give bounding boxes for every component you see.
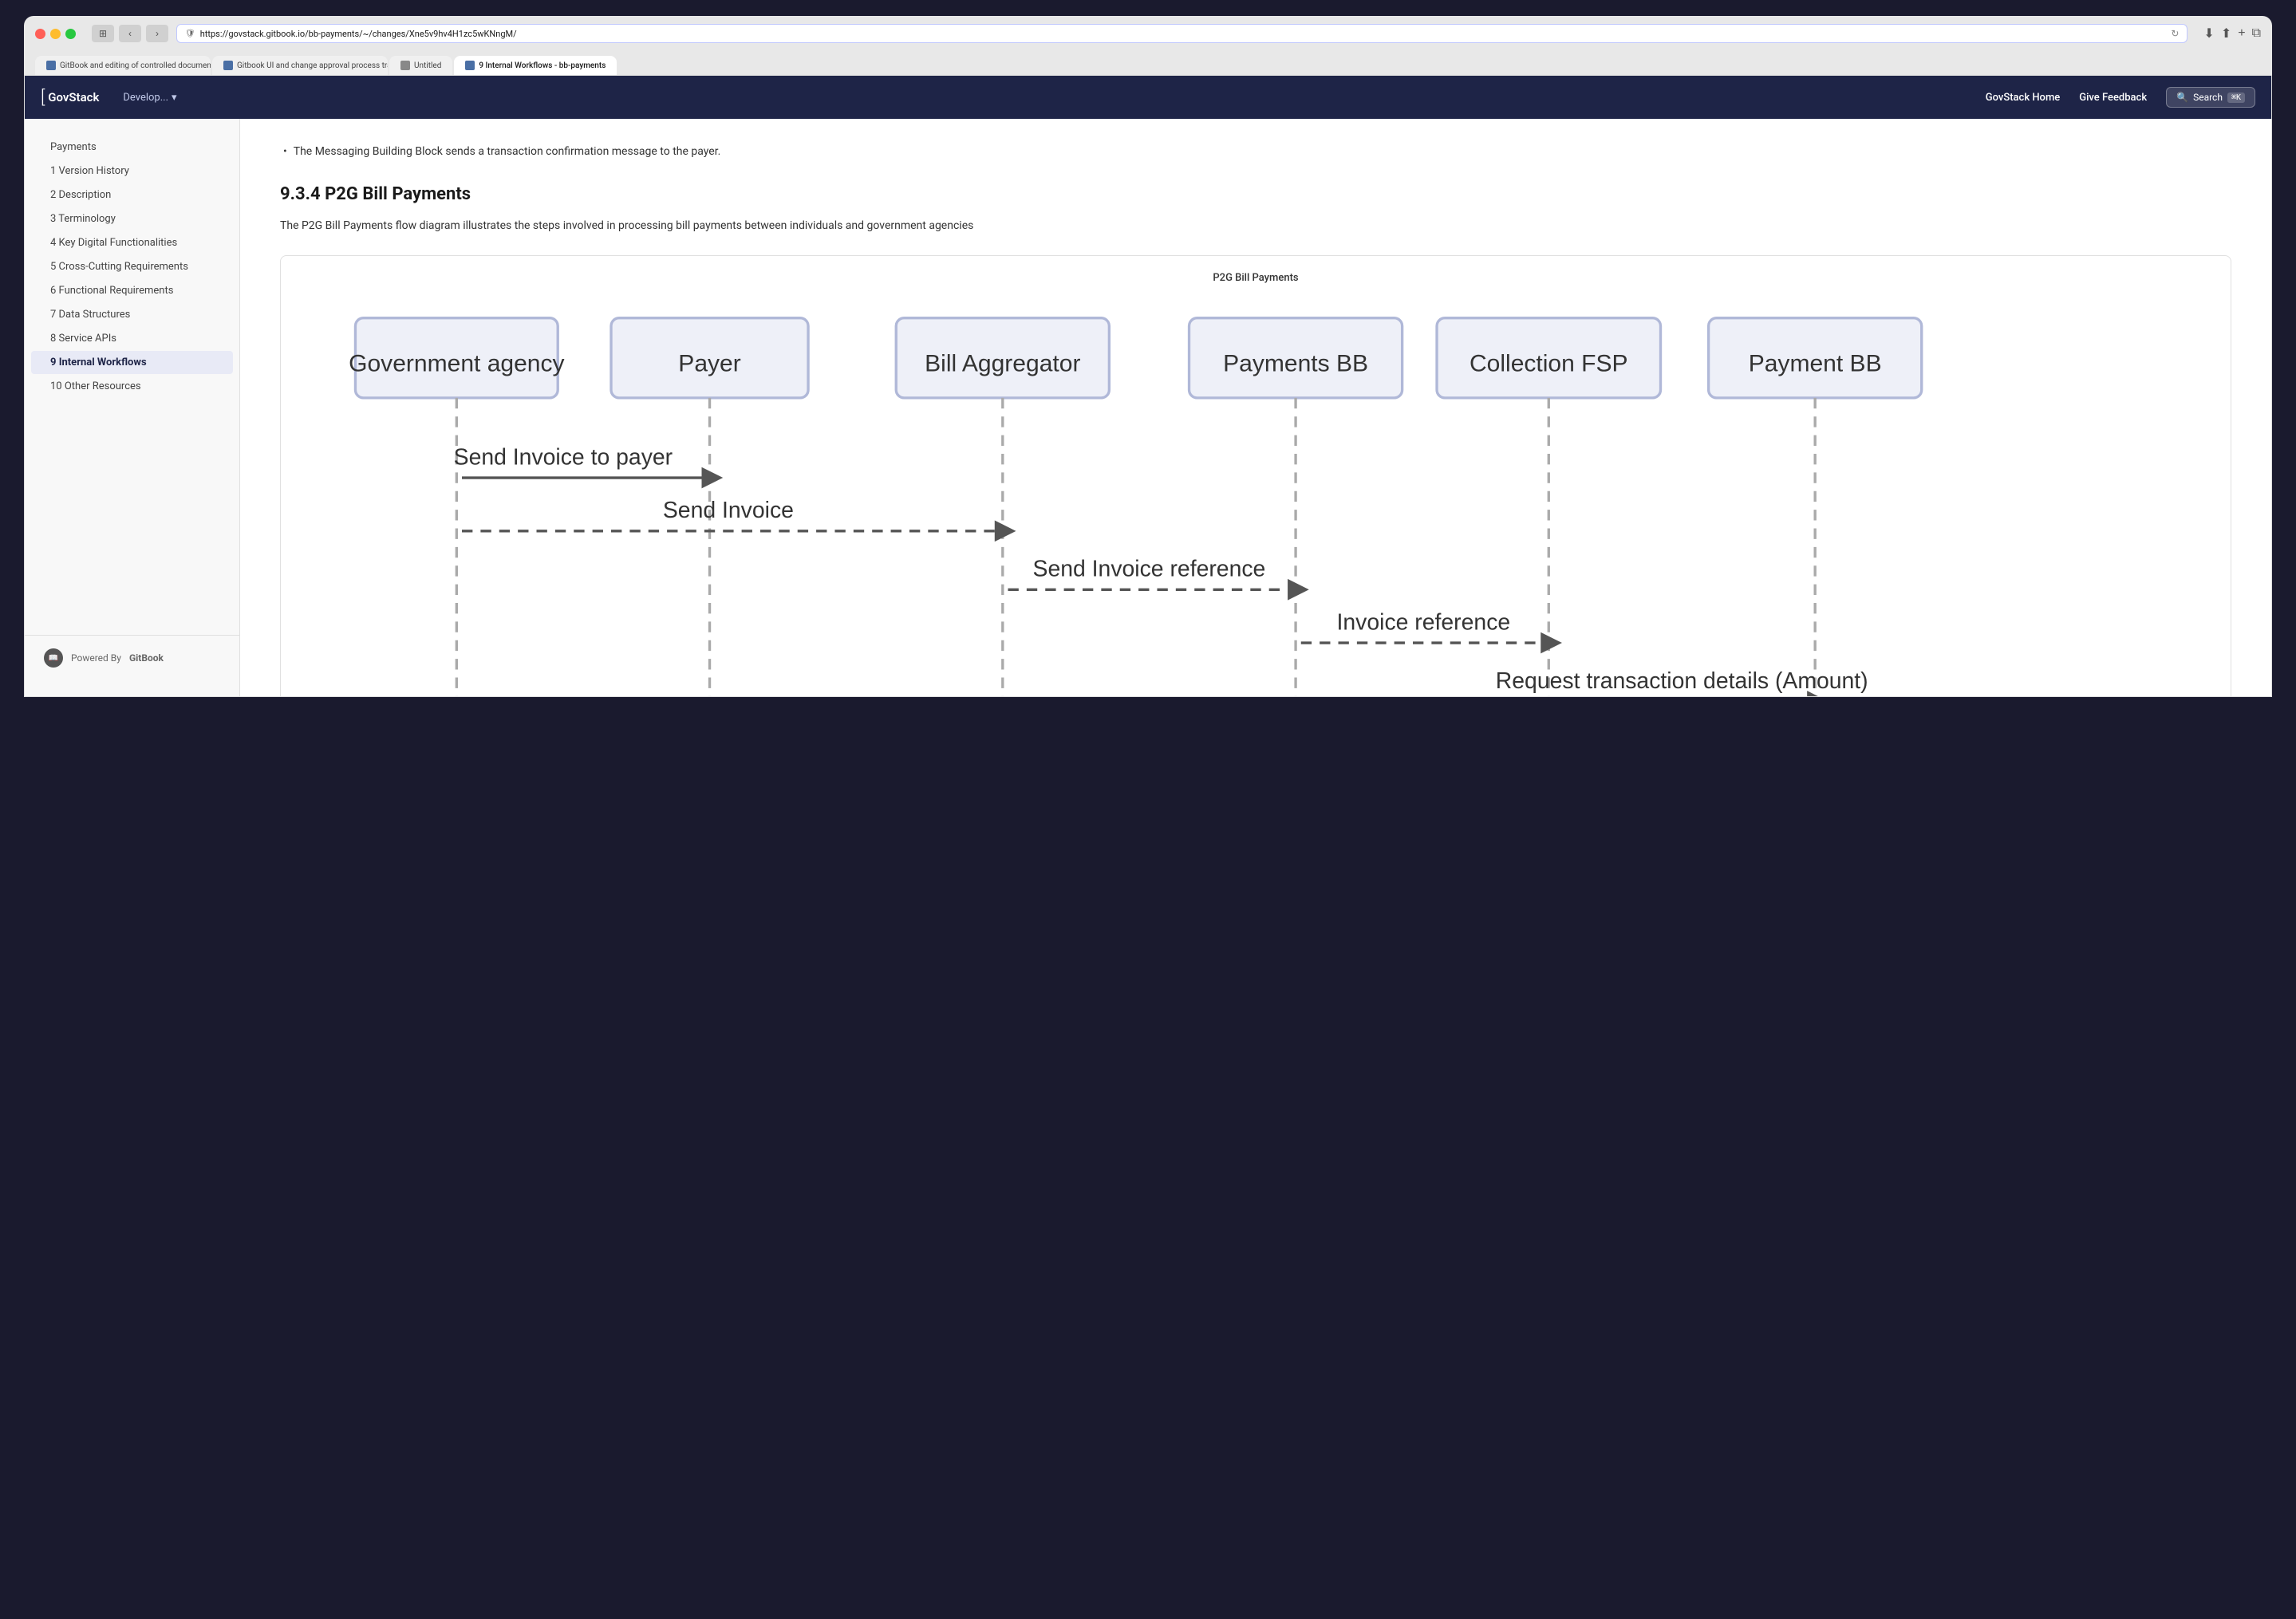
sidebar-item-service-apis[interactable]: 8 Service APIs [31, 327, 233, 350]
svg-text:Bill Aggregator: Bill Aggregator [925, 351, 1080, 377]
gitbook-logo-icon: 📖 [44, 648, 63, 668]
diagram-title: P2G Bill Payments [297, 272, 2215, 284]
search-icon: 🔍 [2176, 92, 2188, 103]
traffic-light-minimize[interactable] [50, 29, 61, 39]
tab-favicon-1 [46, 61, 56, 70]
nav-develop-dropdown[interactable]: Develop... ▾ [123, 92, 176, 104]
section-heading: 9.3.4 P2G Bill Payments [280, 176, 2231, 204]
sidebar-item-data-structures[interactable]: 7 Data Structures [31, 303, 233, 326]
logo-bracket: [ [41, 88, 43, 108]
sidebar-item-functional[interactable]: 6 Functional Requirements [31, 279, 233, 302]
logo[interactable]: [ GovStack [41, 88, 99, 108]
traffic-light-close[interactable] [35, 29, 45, 39]
main-content: The Messaging Building Block sends a tra… [240, 119, 2271, 696]
sidebar-navigation: Payments 1 Version History 2 Description… [25, 135, 239, 635]
svg-text:Request transaction details (A: Request transaction details (Amount) [1496, 668, 1868, 694]
windows-button[interactable]: ⧉ [2252, 26, 2261, 41]
sidebar-toggle-button[interactable]: ⊞ [92, 25, 114, 42]
search-shortcut: ⌘K [2227, 93, 2245, 103]
sidebar-item-internal-workflows[interactable]: 9 Internal Workflows [31, 351, 233, 374]
sidebar-item-description[interactable]: 2 Description [31, 183, 233, 207]
sidebar-footer: 📖 Powered By GitBook [25, 635, 239, 680]
svg-text:Payment BB: Payment BB [1749, 351, 1882, 377]
svg-text:Send Invoice to payer: Send Invoice to payer [454, 445, 673, 471]
svg-text:Payer: Payer [678, 351, 740, 377]
traffic-light-fullscreen[interactable] [65, 29, 76, 39]
sidebar-item-terminology[interactable]: 3 Terminology [31, 207, 233, 230]
address-bar[interactable]: 🛡 https://govstack.gitbook.io/bb-payment… [176, 24, 2188, 43]
sidebar-item-other-resources[interactable]: 10 Other Resources [31, 375, 233, 398]
sidebar-item-payments[interactable]: Payments [31, 136, 233, 159]
tab-bar: GitBook and editing of controlled docume… [35, 51, 2261, 75]
p2g-diagram-container: P2G Bill Payments Government agency Paye… [280, 255, 2231, 696]
svg-text:Send Invoice: Send Invoice [663, 498, 794, 523]
tab-internal-workflows[interactable]: 9 Internal Workflows - bb-payments [454, 56, 617, 75]
tab-gitbook-training[interactable]: Gitbook UI and change approval process t… [212, 56, 388, 75]
security-icon: 🛡 [185, 30, 195, 38]
sidebar-item-key-digital[interactable]: 4 Key Digital Functionalities [31, 231, 233, 254]
download-button[interactable]: ⬇ [2203, 26, 2214, 41]
svg-text:Payments BB: Payments BB [1223, 351, 1368, 377]
svg-text:Collection FSP: Collection FSP [1470, 351, 1628, 377]
search-button[interactable]: 🔍 Search ⌘K [2166, 87, 2255, 108]
tab-favicon-3 [400, 61, 410, 70]
svg-text:Invoice reference: Invoice reference [1337, 610, 1511, 636]
tab-favicon-2 [223, 61, 233, 70]
svg-text:Send Invoice reference: Send Invoice reference [1033, 557, 1266, 582]
svg-text:Government agency: Government agency [349, 351, 564, 377]
give-feedback-link[interactable]: Give Feedback [2079, 92, 2147, 104]
chevron-down-icon: ▾ [172, 92, 177, 104]
new-tab-button[interactable]: + [2238, 26, 2245, 41]
sidebar: Payments 1 Version History 2 Description… [25, 119, 240, 696]
url-text: https://govstack.gitbook.io/bb-payments/… [200, 29, 517, 39]
govstack-home-link[interactable]: GovStack Home [1986, 92, 2060, 104]
share-button[interactable]: ⬆ [2221, 26, 2231, 41]
sidebar-item-cross-cutting[interactable]: 5 Cross-Cutting Requirements [31, 255, 233, 278]
tab-untitled[interactable]: Untitled [389, 56, 452, 75]
reload-icon[interactable]: ↻ [2171, 28, 2179, 39]
section-description: The P2G Bill Payments flow diagram illus… [280, 217, 2231, 236]
header-right: GovStack Home Give Feedback 🔍 Search ⌘K [1986, 87, 2255, 108]
app-body: Payments 1 Version History 2 Description… [25, 119, 2271, 696]
content-bullet-messaging: The Messaging Building Block sends a tra… [280, 143, 2231, 160]
sidebar-item-version-history[interactable]: 1 Version History [31, 160, 233, 183]
tab-gitbook-editing[interactable]: GitBook and editing of controlled docume… [35, 56, 211, 75]
sequence-diagram: Government agency Payer Bill Aggregator … [297, 297, 2215, 696]
tab-favicon-4 [465, 61, 475, 70]
back-button[interactable]: ‹ [119, 25, 141, 42]
forward-button[interactable]: › [146, 25, 168, 42]
app-header: [ GovStack Develop... ▾ GovStack Home Gi… [25, 76, 2271, 119]
